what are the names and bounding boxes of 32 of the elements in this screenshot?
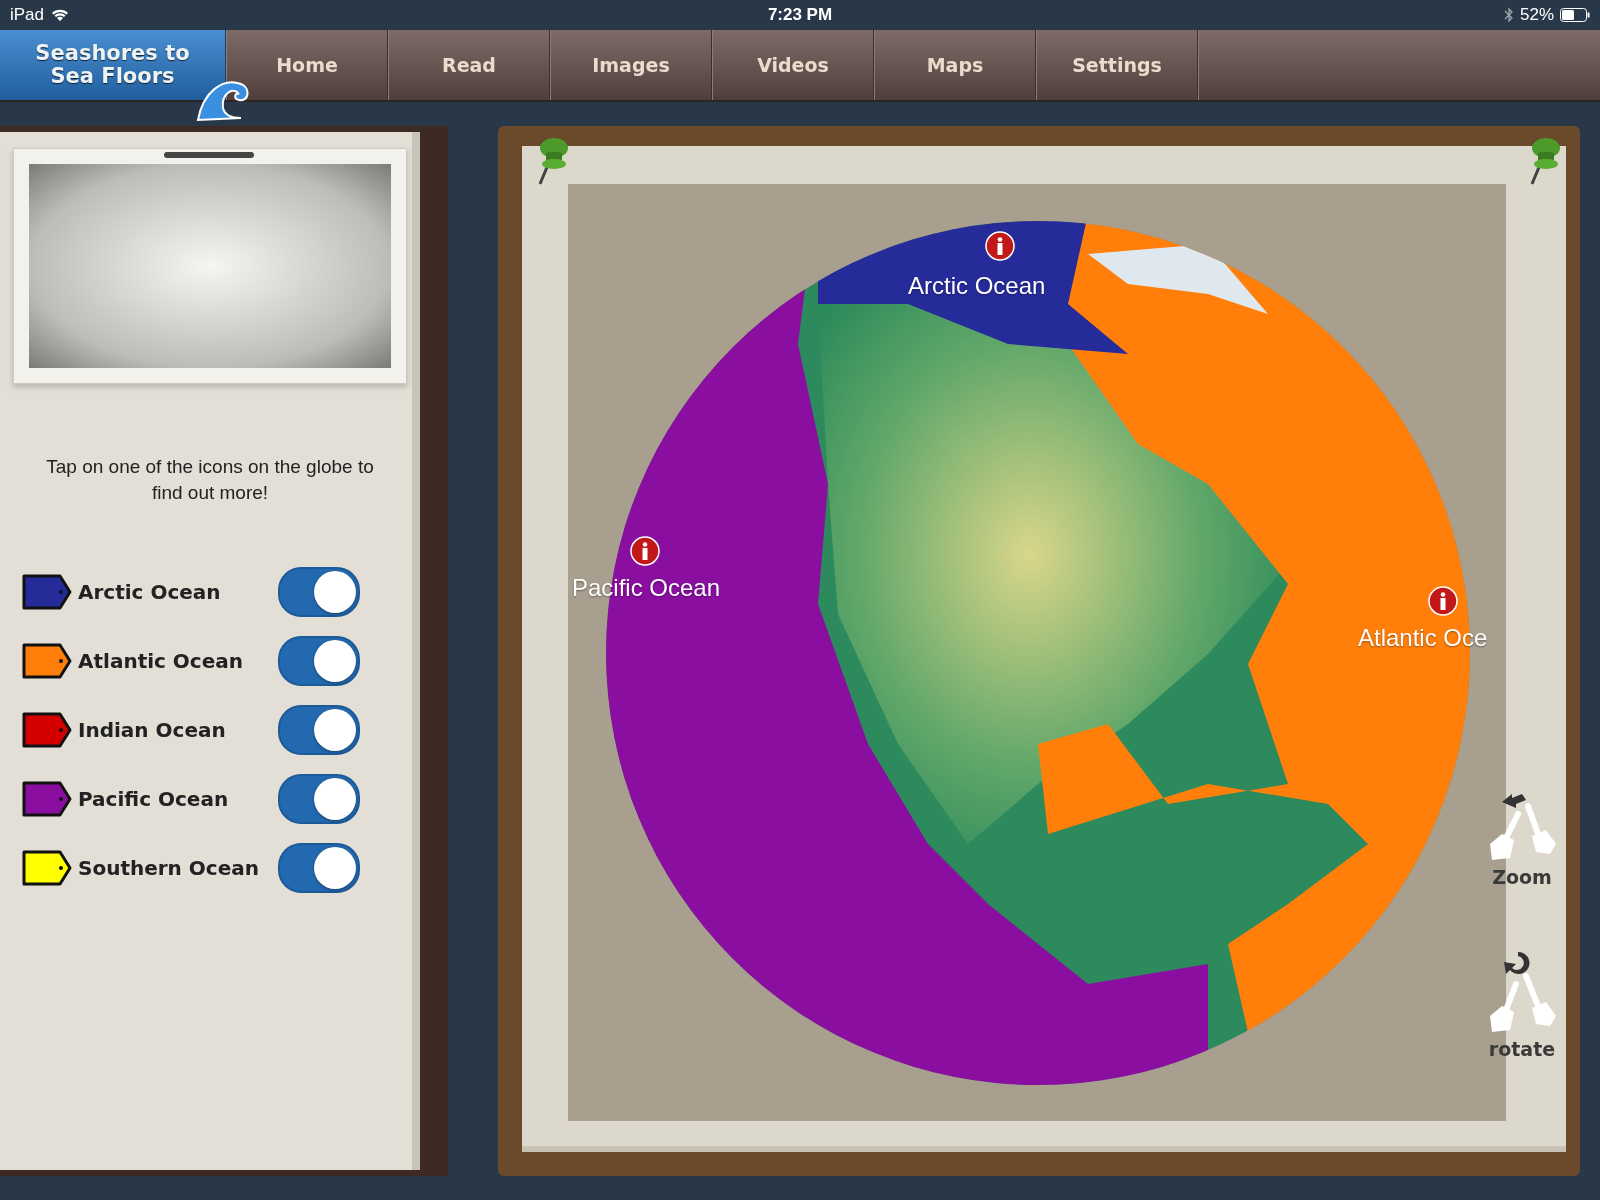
toggle-switch[interactable] — [278, 567, 360, 617]
nav-tab[interactable]: Settings — [1036, 30, 1198, 100]
gesture-label: rotate — [1488, 1038, 1556, 1060]
battery-percent: 52% — [1519, 5, 1554, 25]
info-icon[interactable] — [985, 231, 1015, 261]
gesture-label: Zoom — [1492, 866, 1552, 888]
layer-label: Arctic Ocean — [78, 580, 222, 604]
nav-tab[interactable]: Maps — [874, 30, 1036, 100]
info-icon[interactable] — [630, 536, 660, 566]
wifi-icon — [50, 8, 71, 22]
toggle-switch[interactable] — [278, 774, 360, 824]
layer-label: Pacific Ocean — [78, 787, 230, 811]
info-icon[interactable] — [1428, 586, 1458, 616]
layer-label: Southern Ocean — [78, 856, 260, 880]
nav-tab[interactable]: Home — [226, 30, 388, 100]
app-title: Seashores to — [35, 42, 190, 65]
layer-label: Atlantic Ocean — [78, 649, 245, 673]
toggle-switch[interactable] — [278, 636, 360, 686]
layer-label: Indian Ocean — [78, 718, 227, 742]
toggle-switch[interactable] — [278, 705, 360, 755]
clock-time: 7:23 PM — [767, 5, 833, 25]
ocean-label: Atlantic Oce — [1358, 624, 1488, 652]
toggle-switch[interactable] — [278, 843, 360, 893]
device-name: iPad — [10, 5, 45, 25]
instruction-text: Tap on one of the icons on the globe to find out more! — [45, 455, 375, 505]
ocean-label: Arctic Ocean — [908, 272, 1046, 300]
battery-icon — [1560, 8, 1590, 22]
nav-tab[interactable]: Read — [388, 30, 550, 100]
app-title: Sea Floors — [50, 65, 175, 88]
nav-tab[interactable]: Videos — [712, 30, 874, 100]
bluetooth-icon — [1503, 7, 1514, 23]
nav-tab[interactable]: Images — [550, 30, 712, 100]
